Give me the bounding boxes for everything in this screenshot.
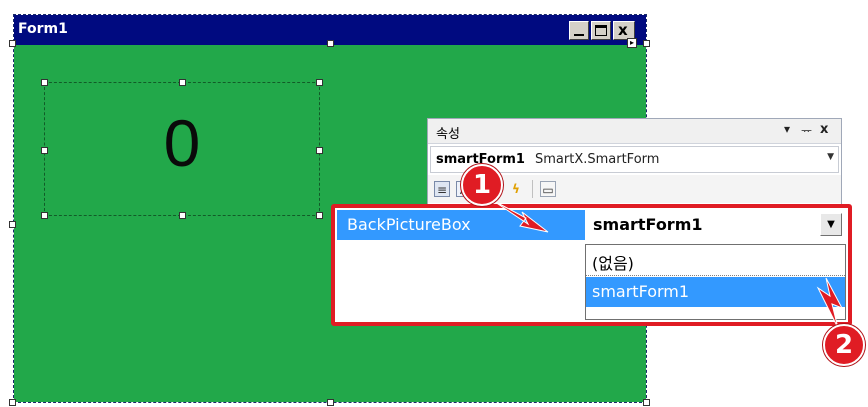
callout-arrow-2 xyxy=(816,277,844,329)
callout-arrows xyxy=(491,199,844,329)
step-2-badge: 2 xyxy=(823,324,865,366)
callout-arrow-1 xyxy=(491,199,549,233)
step-1-badge: 1 xyxy=(461,164,503,206)
